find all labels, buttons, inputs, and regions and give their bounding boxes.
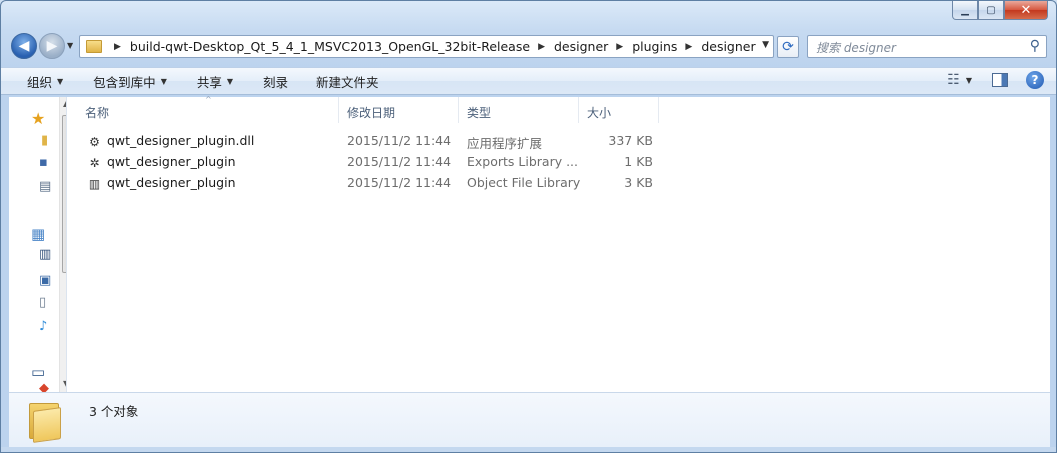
navigation-scrollbar[interactable]: ▲ ▼: [59, 97, 66, 392]
window-frame: [1, 447, 1056, 452]
desktop-icon[interactable]: ▪: [39, 155, 48, 170]
column-header-name[interactable]: 名称: [77, 97, 339, 123]
details-pane: 3 个对象: [9, 392, 1050, 447]
breadcrumb: ▶ build-qwt-Desktop_Qt_5_4_1_MSVC2013_Op…: [106, 39, 756, 54]
videos-icon[interactable]: ▥: [39, 247, 51, 262]
address-bar[interactable]: ▶ build-qwt-Desktop_Qt_5_4_1_MSVC2013_Op…: [79, 35, 774, 58]
file-name: qwt_designer_plugin.dll: [107, 133, 255, 148]
navigation-pane: ★ ▮ ▪ ▤ ▦ ▥ ▣ ▯ ♪ ▭ ◆ ▲ ▼: [9, 97, 67, 392]
chevron-down-icon: ▼: [57, 76, 64, 86]
file-list: ^ 名称 修改日期 类型 大小 ⚙ qwt_designer_plugin.dl…: [67, 95, 1050, 392]
include-in-library-label: 包含到库中: [93, 74, 156, 90]
organize-button[interactable]: 组织 ▼: [27, 72, 63, 91]
file-rows: ⚙ qwt_designer_plugin.dll 2015/11/2 11:4…: [67, 131, 667, 194]
recent-pages-dropdown[interactable]: ▼: [67, 41, 73, 50]
chevron-right-icon[interactable]: ▶: [616, 42, 623, 52]
new-folder-label: 新建文件夹: [316, 74, 379, 90]
search-input[interactable]: 搜索 designer ⚲: [807, 35, 1047, 58]
folder-icon: [27, 401, 63, 443]
favorites-star-icon[interactable]: ★: [31, 109, 45, 128]
column-label: 名称: [85, 106, 110, 120]
burn-label: 刻录: [263, 74, 289, 90]
item-count: 3 个对象: [89, 404, 139, 419]
breadcrumb-item[interactable]: designer: [554, 39, 608, 54]
share-button[interactable]: 共享 ▼: [197, 72, 233, 91]
column-headers: ^ 名称 修改日期 类型 大小: [67, 95, 1050, 123]
address-row: ◀ ▶ ▼ ▶ build-qwt-Desktop_Qt_5_4_1_MSVC2…: [1, 31, 1056, 63]
explorer-window: ▁ ▢ ✕ ◀ ▶ ▼ ▶ build-qwt-Desktop_Qt_5_4_1…: [0, 0, 1057, 453]
include-in-library-button[interactable]: 包含到库中 ▼: [93, 72, 167, 91]
caption-buttons: ▁ ▢ ✕: [952, 1, 1048, 20]
file-row[interactable]: ✲ qwt_designer_plugin 2015/11/2 11:44 Ex…: [67, 152, 667, 173]
file-size: 337 KB: [608, 133, 653, 148]
file-size: 1 KB: [624, 154, 653, 169]
chevron-down-icon[interactable]: ▼: [966, 76, 972, 85]
file-name: qwt_designer_plugin: [107, 175, 236, 190]
maximize-button[interactable]: ▢: [978, 1, 1004, 20]
share-label: 共享: [196, 74, 222, 90]
search-icon[interactable]: ⚲: [1030, 38, 1040, 54]
chevron-right-icon[interactable]: ▶: [685, 42, 692, 52]
documents-icon[interactable]: ▯: [39, 295, 46, 310]
file-date: 2015/11/2 11:44: [347, 133, 452, 148]
folder-icon[interactable]: ▮: [41, 133, 48, 148]
recent-places-icon[interactable]: ▤: [39, 179, 51, 194]
search-placeholder: 搜索 designer: [816, 41, 896, 55]
folder-icon: [86, 40, 102, 53]
chevron-right-icon[interactable]: ▶: [114, 42, 121, 52]
drive-icon[interactable]: ◆: [39, 381, 49, 392]
chevron-right-icon[interactable]: ▶: [538, 42, 545, 52]
organize-label: 组织: [27, 74, 53, 90]
music-icon[interactable]: ♪: [39, 319, 47, 334]
column-header-date[interactable]: 修改日期: [339, 97, 459, 123]
column-header-type[interactable]: 类型: [459, 97, 579, 123]
dll-file-icon: ⚙: [89, 134, 100, 149]
column-label: 大小: [587, 106, 612, 120]
command-bar: 组织 ▼ 包含到库中 ▼ 共享 ▼ 刻录 新建文件夹 ☷ ▼ ?: [1, 67, 1056, 95]
new-folder-button[interactable]: 新建文件夹: [316, 72, 379, 91]
burn-button[interactable]: 刻录: [263, 72, 288, 91]
exports-library-icon: ✲: [89, 155, 100, 170]
file-date: 2015/11/2 11:44: [347, 154, 452, 169]
computer-icon[interactable]: ▭: [31, 363, 45, 381]
file-type: 应用程序扩展: [467, 136, 543, 151]
breadcrumb-item[interactable]: plugins: [632, 39, 677, 54]
preview-pane-icon[interactable]: [992, 73, 1008, 87]
pictures-icon[interactable]: ▣: [39, 273, 51, 288]
forward-button[interactable]: ▶: [39, 33, 65, 59]
breadcrumb-item[interactable]: build-qwt-Desktop_Qt_5_4_1_MSVC2013_Open…: [130, 39, 530, 54]
file-date: 2015/11/2 11:44: [347, 175, 452, 190]
folder-front: [33, 407, 61, 443]
back-button[interactable]: ◀: [11, 33, 37, 59]
file-type: Exports Library ...: [467, 154, 579, 169]
view-controls: ☷ ▼ ?: [947, 71, 1044, 89]
address-history-dropdown[interactable]: ▼: [762, 40, 769, 50]
view-options-icon[interactable]: ☷: [947, 72, 960, 88]
file-name: qwt_designer_plugin: [107, 154, 236, 169]
column-label: 类型: [467, 106, 492, 120]
minimize-button[interactable]: ▁: [952, 1, 978, 20]
file-type: Object File Library: [467, 175, 581, 190]
refresh-button[interactable]: ⟳: [777, 36, 799, 58]
help-icon[interactable]: ?: [1026, 71, 1044, 89]
column-label: 修改日期: [347, 106, 396, 120]
column-header-size[interactable]: 大小: [579, 97, 659, 123]
libraries-icon[interactable]: ▦: [31, 225, 45, 243]
chevron-down-icon: ▼: [226, 76, 234, 86]
file-size: 3 KB: [624, 175, 653, 190]
breadcrumb-item[interactable]: designer: [701, 39, 755, 54]
object-library-icon: ▥: [88, 176, 101, 191]
close-button[interactable]: ✕: [1004, 1, 1048, 20]
file-row[interactable]: ⚙ qwt_designer_plugin.dll 2015/11/2 11:4…: [67, 131, 667, 152]
chevron-down-icon: ▼: [160, 76, 167, 86]
file-row[interactable]: ▥ qwt_designer_plugin 2015/11/2 11:44 Ob…: [67, 173, 667, 194]
refresh-icon: ⟳: [782, 39, 794, 55]
